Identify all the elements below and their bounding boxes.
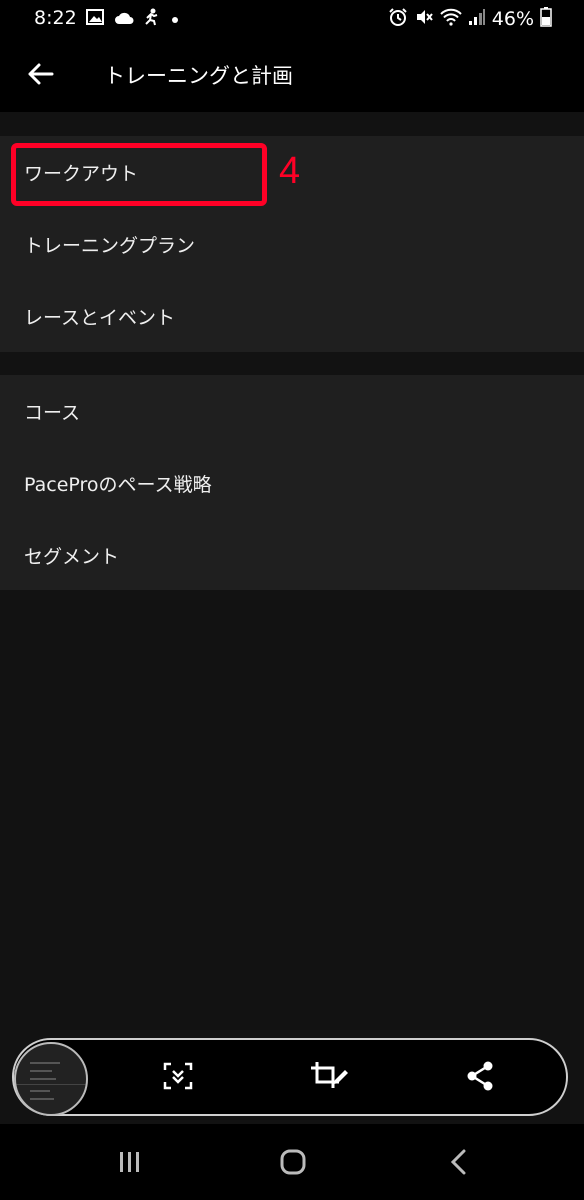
highlight-box <box>11 143 267 206</box>
scroll-capture-icon <box>163 1062 193 1094</box>
back-button[interactable] <box>20 56 60 96</box>
share-icon <box>466 1061 494 1095</box>
battery-percent: 46% <box>491 8 534 30</box>
recent-apps-button[interactable] <box>106 1144 154 1184</box>
scroll-capture-button[interactable] <box>158 1058 198 1098</box>
menu-item-segments[interactable]: セグメント <box>0 519 584 591</box>
home-icon <box>279 1148 307 1180</box>
alarm-icon <box>388 7 408 31</box>
status-bar: 8:22 46% <box>0 0 584 36</box>
share-button[interactable] <box>460 1058 500 1098</box>
recent-apps-icon <box>118 1151 142 1177</box>
nav-back-button[interactable] <box>434 1144 482 1184</box>
status-time: 8:22 <box>34 7 77 29</box>
page-title: トレーニングと計画 <box>104 64 293 88</box>
dot-icon <box>170 10 180 29</box>
crop-edit-button[interactable] <box>309 1058 349 1098</box>
mute-icon <box>414 7 434 31</box>
menu-item-courses[interactable]: コース <box>0 375 584 447</box>
cloud-icon <box>114 10 134 29</box>
battery-icon <box>540 7 552 31</box>
menu-item-training-plans[interactable]: トレーニングプラン <box>0 208 584 280</box>
menu-item-races-events[interactable]: レースとイベント <box>0 280 584 352</box>
app-bar: トレーニングと計画 <box>0 36 584 112</box>
menu-item-pacepro[interactable]: PaceProのペース戦略 <box>0 447 584 519</box>
image-icon <box>86 9 104 29</box>
signal-icon <box>468 8 486 30</box>
back-arrow-icon <box>26 62 54 90</box>
wifi-icon <box>440 8 462 30</box>
menu-group-secondary: コース PaceProのペース戦略 セグメント <box>0 375 584 590</box>
navigation-bar <box>0 1124 584 1200</box>
screenshot-thumbnail[interactable] <box>14 1042 88 1116</box>
annotation-number: 4 <box>279 150 301 192</box>
runner-icon <box>144 8 160 30</box>
crop-edit-icon <box>309 1060 349 1096</box>
home-button[interactable] <box>269 1144 317 1184</box>
back-icon <box>449 1149 467 1179</box>
